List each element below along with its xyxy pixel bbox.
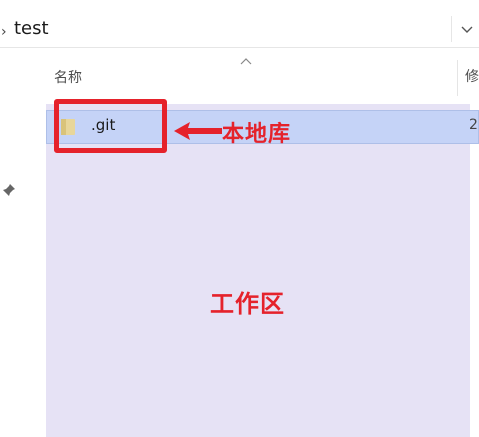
highlight-box bbox=[54, 99, 167, 153]
pin-icon[interactable] bbox=[2, 182, 16, 196]
column-header: 名称 修 bbox=[46, 52, 479, 100]
annotation-working-dir: 工作区 bbox=[210, 290, 285, 318]
arrow-left-icon bbox=[174, 122, 222, 140]
address-bar[interactable]: › test bbox=[0, 10, 479, 48]
column-separator[interactable] bbox=[457, 60, 458, 96]
address-divider bbox=[451, 16, 452, 42]
file-date: 2 bbox=[469, 117, 478, 133]
annotation-local-repo: 本地库 bbox=[222, 122, 292, 147]
path-separator: › bbox=[1, 24, 7, 40]
navigation-pane bbox=[0, 50, 46, 437]
column-modified[interactable]: 修 bbox=[465, 66, 479, 86]
column-name[interactable]: 名称 bbox=[54, 67, 82, 87]
file-list-area[interactable] bbox=[46, 104, 470, 437]
chevron-down-icon[interactable] bbox=[455, 20, 479, 44]
sort-ascending-icon[interactable] bbox=[240, 54, 252, 68]
address-path[interactable]: test bbox=[14, 18, 49, 39]
